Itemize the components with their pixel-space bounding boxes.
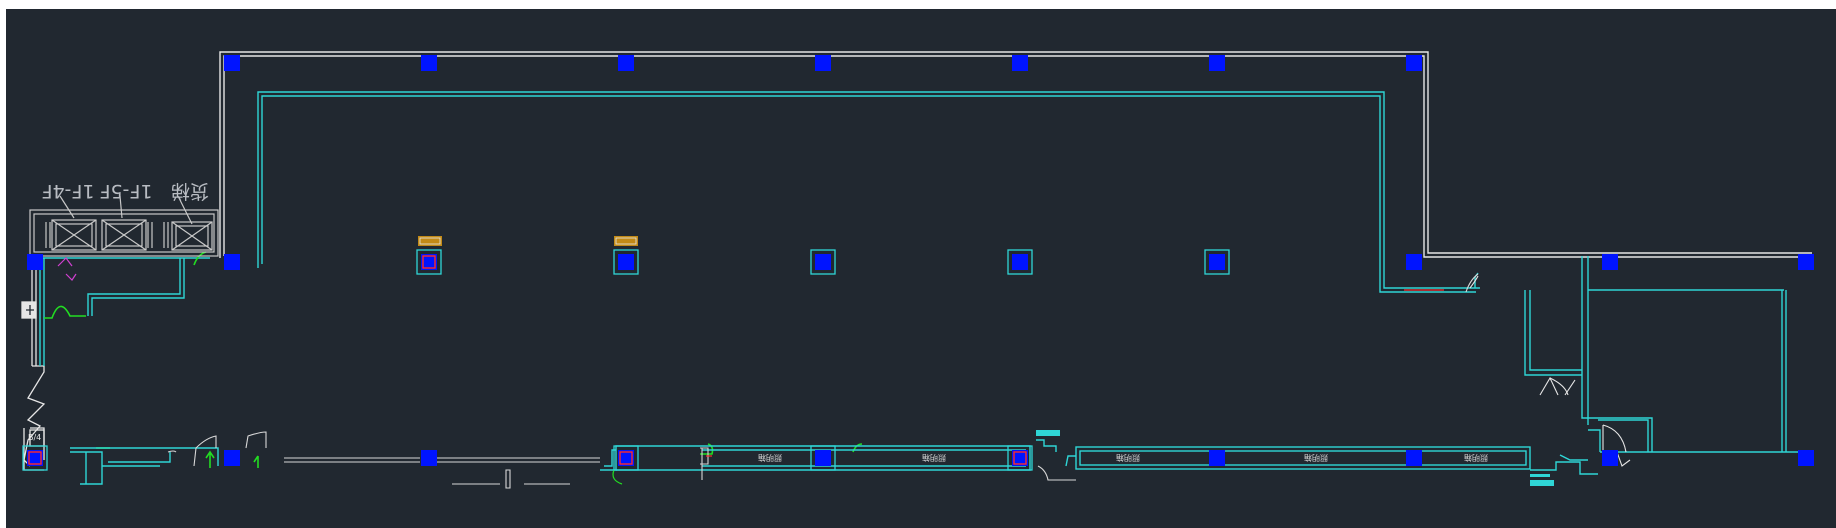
fixture-box [418,236,442,246]
red-marks [706,289,1444,457]
fixtures [418,236,638,246]
door-swings-right [1469,275,1631,467]
outer-wall [219,51,1812,258]
panel-label: 照明箱 [1116,453,1140,463]
column [1798,254,1814,270]
fixture-box [614,236,638,246]
column [1209,55,1225,71]
column [421,450,437,466]
right-rooms [1524,256,1812,461]
stair-tag: B/4 [28,433,41,442]
floor-plan: 1F-4F 1F-5F 货梯 照明箱 照明箱 照明箱 照明箱 照明箱 B/4 [21,51,1814,489]
cad-drawing-canvas[interactable]: 1F-4F 1F-5F 货梯 照明箱 照明箱 照明箱 照明箱 照明箱 B/4 [6,9,1836,528]
panel-label: 照明箱 [922,453,946,463]
column [1602,450,1618,466]
column [1012,55,1028,71]
column [618,55,634,71]
panel-label: 照明箱 [758,453,782,463]
elevator-label-1f-5f: 1F-5F [100,180,153,202]
elevator-shafts [29,195,219,257]
column [1406,55,1422,71]
column [618,254,634,270]
elevator-label-1f-4f: 1F-4F [42,180,95,202]
panel-label: 照明箱 [1304,453,1328,463]
left-cyan-walls [36,257,210,366]
column [421,55,437,71]
column [1209,254,1225,270]
door-swing-green [612,469,623,485]
column [27,254,43,270]
column [1406,254,1422,270]
column [1209,450,1225,466]
green-items [44,251,863,468]
panel-label: 照明箱 [1464,453,1488,463]
column [224,254,240,270]
column [1406,450,1422,466]
column [1798,450,1814,466]
column [224,450,240,466]
elevator-label-freight: 货梯 [171,180,209,202]
column [815,254,831,270]
magenta-marks [57,257,77,281]
elevator-labels: 1F-4F 1F-5F 货梯 [42,180,209,202]
structural-columns [22,55,1814,471]
panel-labels: 照明箱 照明箱 照明箱 照明箱 照明箱 [758,453,1488,463]
column [815,55,831,71]
column [1602,254,1618,270]
column [815,450,831,466]
column [224,55,240,71]
column [1012,254,1028,270]
